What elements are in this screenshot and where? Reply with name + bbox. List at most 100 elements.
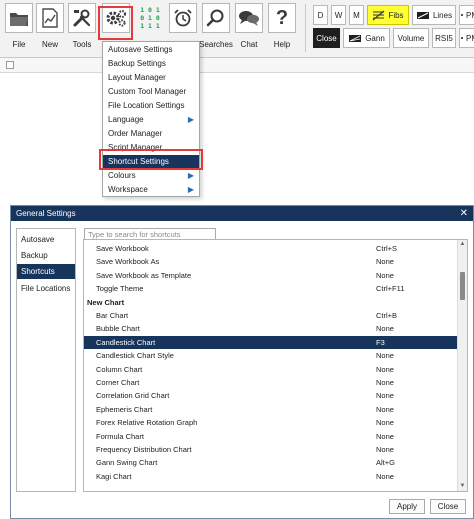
menu-item-layout-manager[interactable]: Layout Manager bbox=[103, 71, 199, 85]
file-button[interactable]: File bbox=[4, 3, 34, 53]
pm-icon bbox=[461, 37, 463, 39]
tools-button[interactable]: Tools bbox=[67, 3, 97, 53]
nav-item-shortcuts[interactable]: Shortcuts bbox=[17, 264, 75, 279]
shortcut-name: Bubble Chart bbox=[96, 324, 140, 334]
nav-item-backup[interactable]: Backup bbox=[17, 248, 75, 263]
shortcut-key: F3 bbox=[376, 337, 385, 347]
menu-item-language[interactable]: Language ▶ bbox=[103, 113, 199, 127]
table-row[interactable]: Save Workbook Ctrl+S bbox=[84, 242, 457, 255]
rsi5-button[interactable]: RSI5 bbox=[432, 28, 456, 48]
scroll-thumb[interactable] bbox=[460, 272, 465, 300]
daily-label: D bbox=[317, 10, 324, 20]
toolbar-separator bbox=[305, 4, 306, 52]
pm-label-top: PM bbox=[466, 10, 474, 20]
shortcut-list-scrollbar[interactable]: ▲ ▼ bbox=[457, 240, 467, 491]
menu-item-workspace[interactable]: Workspace ▶ bbox=[103, 183, 199, 197]
table-row[interactable]: Candlestick Chart F3 bbox=[84, 335, 457, 349]
chat-button[interactable]: Chat bbox=[234, 3, 264, 53]
gann-button[interactable]: Gann bbox=[343, 28, 390, 48]
close-dialog-button[interactable]: Close bbox=[430, 499, 466, 514]
gann-icon bbox=[349, 34, 362, 42]
new-label: New bbox=[41, 40, 58, 49]
close-button[interactable]: Close bbox=[313, 28, 340, 48]
settings-nav: Autosave Backup Shortcuts File Locations bbox=[16, 228, 76, 492]
table-row[interactable]: Frequency Distribution Chart None bbox=[84, 443, 457, 456]
table-row[interactable]: Toggle Theme Ctrl+F11 bbox=[84, 282, 457, 295]
lines-icon bbox=[416, 11, 429, 19]
menu-item-label: Backup Settings bbox=[108, 59, 166, 68]
tools-icon bbox=[68, 3, 96, 33]
table-row[interactable]: Bar Chart Ctrl+B bbox=[84, 309, 457, 322]
close-label: Close bbox=[316, 33, 337, 43]
menu-item-file-location-settings[interactable]: File Location Settings bbox=[103, 99, 199, 113]
fibs-button[interactable]: Fibs bbox=[367, 5, 409, 25]
table-row[interactable]: Forex Relative Rotation Graph None bbox=[84, 416, 457, 429]
monthly-label: M bbox=[353, 10, 360, 20]
daily-button[interactable]: D bbox=[313, 5, 328, 25]
pm-button-top[interactable]: PM bbox=[459, 5, 474, 25]
table-row[interactable]: Gann Swing Chart Alt+G bbox=[84, 456, 457, 469]
shortcut-name: Column Chart bbox=[96, 364, 143, 374]
shortcut-list: Save Workbook Ctrl+S Save Workbook As None S… bbox=[83, 239, 468, 492]
shortcut-key: Ctrl+B bbox=[376, 311, 398, 320]
fibs-icon bbox=[373, 10, 385, 20]
general-settings-dialog: General Settings ✕ Autosave Backup Short… bbox=[10, 205, 474, 519]
help-button[interactable]: ? Help bbox=[267, 3, 297, 53]
menu-item-label: Colours bbox=[108, 171, 136, 180]
sub-toolbar bbox=[0, 58, 474, 73]
menu-item-order-manager[interactable]: Order Manager bbox=[103, 127, 199, 141]
shortcut-name: Candlestick Chart Style bbox=[96, 351, 174, 361]
close-icon[interactable]: ✕ bbox=[460, 206, 468, 221]
shortcut-key: None bbox=[376, 391, 394, 401]
table-row[interactable]: Bubble Chart None bbox=[84, 322, 457, 335]
help-icon: ? bbox=[268, 3, 296, 33]
nav-item-file-locations[interactable]: File Locations bbox=[17, 281, 75, 296]
pm-button-bottom[interactable]: PM bbox=[459, 28, 474, 48]
shortcut-name: Candlestick Chart bbox=[96, 337, 156, 347]
nav-item-autosave[interactable]: Autosave bbox=[17, 232, 75, 247]
shortcut-name: Bar Chart bbox=[96, 311, 129, 320]
monthly-button[interactable]: M bbox=[349, 5, 364, 25]
menu-item-label: Layout Manager bbox=[108, 73, 166, 82]
apply-button[interactable]: Apply bbox=[389, 499, 425, 514]
menu-item-custom-tool-manager[interactable]: Custom Tool Manager bbox=[103, 85, 199, 99]
help-label: Help bbox=[273, 40, 291, 49]
shortcut-name: Formula Chart bbox=[96, 431, 144, 441]
menu-item-label: File Location Settings bbox=[108, 101, 185, 110]
nav-item-label: Shortcuts bbox=[21, 267, 55, 276]
settings-highlight-box bbox=[98, 6, 133, 40]
shortcut-name: Correlation Grid Chart bbox=[96, 391, 170, 401]
shortcut-name: Ephemeris Chart bbox=[96, 404, 153, 414]
table-row[interactable]: Formula Chart None bbox=[84, 430, 457, 443]
shortcut-name: Save Workbook As bbox=[96, 257, 160, 267]
table-row[interactable]: Column Chart None bbox=[84, 363, 457, 376]
volume-button[interactable]: Volume bbox=[393, 28, 429, 48]
menu-item-colours[interactable]: Colours ▶ bbox=[103, 169, 199, 183]
shortcut-name: Corner Chart bbox=[96, 378, 140, 387]
shortcut-key: None bbox=[376, 324, 394, 334]
table-row[interactable]: Correlation Grid Chart None bbox=[84, 389, 457, 402]
menu-item-label: Workspace bbox=[108, 185, 148, 194]
menu-item-backup-settings[interactable]: Backup Settings bbox=[103, 57, 199, 71]
table-row[interactable]: Kagi Chart None bbox=[84, 470, 457, 483]
searches-button[interactable]: Searches bbox=[199, 3, 233, 53]
scroll-up-icon[interactable]: ▲ bbox=[458, 240, 467, 249]
new-button[interactable]: New bbox=[35, 3, 65, 53]
weekly-button[interactable]: W bbox=[331, 5, 346, 25]
scroll-down-icon[interactable]: ▼ bbox=[458, 482, 467, 491]
chevron-right-icon: ▶ bbox=[187, 185, 194, 194]
menu-item-autosave-settings[interactable]: Autosave Settings bbox=[103, 43, 199, 57]
help-glyph: ? bbox=[275, 6, 289, 29]
lines-button[interactable]: Lines bbox=[412, 5, 456, 25]
table-row[interactable]: Save Workbook As None bbox=[84, 255, 457, 268]
table-row[interactable]: Corner Chart None bbox=[84, 376, 457, 389]
lines-label: Lines bbox=[432, 10, 453, 20]
table-row[interactable]: Candlestick Chart Style None bbox=[84, 349, 457, 362]
shortcut-key: None bbox=[376, 351, 394, 361]
menu-item-label: Language bbox=[108, 115, 144, 124]
binary-icon: 1 0 1 0 1 0 1 1 1 bbox=[136, 3, 164, 33]
small-checkbox[interactable] bbox=[6, 61, 14, 69]
table-row[interactable]: Save Workbook as Template None bbox=[84, 269, 457, 282]
table-row[interactable]: Ephemeris Chart None bbox=[84, 403, 457, 416]
shortcut-key: None bbox=[376, 471, 394, 481]
